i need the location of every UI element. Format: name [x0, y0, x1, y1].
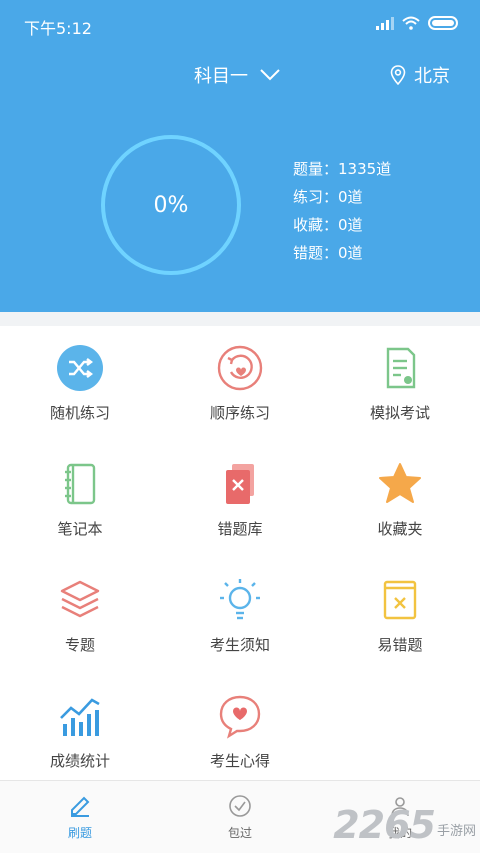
- tab-pass[interactable]: 包过: [160, 781, 320, 853]
- menu-item-experience[interactable]: 考生心得: [160, 674, 320, 790]
- status-bar: 下午5:12: [0, 0, 480, 50]
- header: 下午5:12 科目一 北京 0% 题量：1335道 练习：0道 收藏：0道 错题…: [0, 0, 480, 312]
- tab-label: 我的: [387, 825, 412, 840]
- signal-icon: [376, 16, 394, 30]
- menu-item-error-prone[interactable]: 易错题: [320, 558, 480, 674]
- bulb-icon: [220, 579, 260, 620]
- check-icon: [229, 794, 251, 817]
- menu-item-label: 考生须知: [209, 636, 270, 654]
- status-time: 下午5:12: [24, 19, 92, 38]
- menu-item-random-practice[interactable]: 随机练习: [0, 326, 160, 442]
- wrong-bank-icon: [226, 464, 254, 504]
- stat-wrong: 错题：0道: [293, 244, 363, 262]
- sequence-icon: [217, 345, 263, 391]
- menu-item-label: 错题库: [217, 520, 263, 538]
- subject-selector[interactable]: 科目一: [194, 62, 280, 88]
- menu-item-exam-notice[interactable]: 考生须知: [160, 558, 320, 674]
- user-icon: [391, 796, 409, 816]
- edit-icon: [71, 796, 90, 817]
- subject-label: 科目一: [194, 66, 248, 87]
- city-label: 北京: [414, 66, 450, 87]
- bottom-tab-bar: 刷题 包过 我的: [0, 780, 480, 853]
- menu-item-label: 易错题: [377, 636, 423, 654]
- tab-practice[interactable]: 刷题: [0, 781, 160, 853]
- menu-area: 随机练习 顺序练习 模拟考试 笔记本 错题库 收藏夹 专题 考生须知 易错题 成…: [0, 312, 480, 780]
- menu-item-label: 专题: [64, 636, 95, 654]
- menu-item-label: 随机练习: [49, 404, 110, 422]
- exam-icon: [386, 347, 416, 389]
- error-book-icon: [383, 580, 417, 620]
- progress-text: 0%: [153, 192, 189, 218]
- menu-item-label: 笔记本: [57, 520, 103, 538]
- stat-practice: 练习：0道: [293, 188, 363, 206]
- status-icons: [376, 16, 458, 30]
- menu-grid: 随机练习 顺序练习 模拟考试 笔记本 错题库 收藏夹 专题 考生须知 易错题 成…: [0, 326, 480, 790]
- layers-icon: [60, 580, 100, 618]
- location-pin-icon: [390, 65, 406, 85]
- star-icon: [379, 463, 421, 503]
- battery-icon: [428, 16, 458, 30]
- tab-label: 刷题: [67, 825, 92, 840]
- menu-item-notebook[interactable]: 笔记本: [0, 442, 160, 558]
- menu-item-score-stats[interactable]: 成绩统计: [0, 674, 160, 790]
- heart-chat-icon: [219, 695, 261, 739]
- chart-icon: [60, 698, 100, 736]
- chevron-down-icon: [260, 69, 280, 81]
- city-selector[interactable]: 北京: [390, 62, 450, 88]
- menu-grid-container: 随机练习 顺序练习 模拟考试 笔记本 错题库 收藏夹 专题 考生须知 易错题 成…: [0, 326, 480, 780]
- shuffle-icon: [57, 345, 103, 391]
- menu-item-wrong-bank[interactable]: 错题库: [160, 442, 320, 558]
- menu-item-sequence-practice[interactable]: 顺序练习: [160, 326, 320, 442]
- menu-item-label: 顺序练习: [209, 404, 270, 422]
- menu-item-mock-exam[interactable]: 模拟考试: [320, 326, 480, 442]
- menu-item-label: 考生心得: [209, 752, 270, 770]
- menu-item-label: 成绩统计: [49, 752, 110, 770]
- menu-item-topics[interactable]: 专题: [0, 558, 160, 674]
- tab-label: 包过: [227, 825, 252, 840]
- stats-panel: 题量：1335道 练习：0道 收藏：0道 错题：0道: [293, 155, 391, 267]
- menu-item-label: 收藏夹: [377, 520, 423, 538]
- tab-mine[interactable]: 我的: [320, 781, 480, 853]
- stat-favorites: 收藏：0道: [293, 216, 363, 234]
- wifi-icon: [402, 16, 420, 30]
- progress-ring: 0%: [101, 135, 241, 275]
- menu-item-label: 模拟考试: [369, 404, 430, 422]
- notebook-icon: [65, 463, 96, 505]
- menu-item-favorites[interactable]: 收藏夹: [320, 442, 480, 558]
- stat-total: 题量：1335道: [293, 160, 392, 178]
